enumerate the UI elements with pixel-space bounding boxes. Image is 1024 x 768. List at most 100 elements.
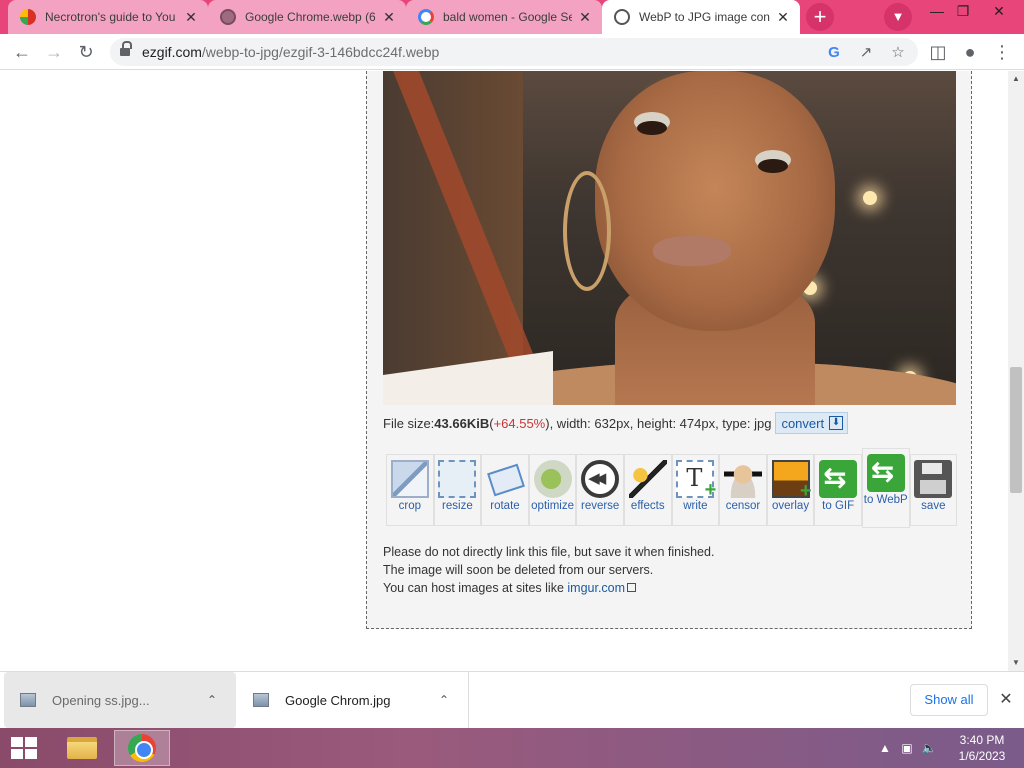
side-panel-icon[interactable]: ◫ <box>924 38 952 66</box>
download-name: Google Chrom.jpg <box>285 692 391 708</box>
chrome-icon <box>128 734 156 762</box>
show-all-button[interactable]: Show all <box>910 684 988 716</box>
forward-button[interactable]: → <box>40 38 68 66</box>
censor-tool-button[interactable]: censor <box>719 454 767 526</box>
network-icon[interactable]: ▣ <box>896 741 918 755</box>
to-webp-icon <box>866 454 905 492</box>
show-hidden-icons-icon[interactable]: ▲ <box>874 741 896 755</box>
system-tray: ▲ ▣ 🔈 <box>874 728 940 768</box>
censor-icon <box>723 460 762 498</box>
crop-icon <box>390 460 429 498</box>
tab-webp-to-jpg[interactable]: WebP to JPG image conv ✕ <box>602 0 800 34</box>
url-text[interactable]: ezgif.com/webp-to-jpg/ezgif-3-146bdcc24f… <box>142 44 439 60</box>
vertical-scrollbar[interactable]: ▲ ▼ <box>1008 71 1024 671</box>
share-icon[interactable]: ↗ <box>856 42 876 62</box>
close-tab-icon[interactable]: ✕ <box>182 8 200 26</box>
scroll-up-arrow-icon[interactable]: ▲ <box>1008 71 1024 87</box>
globe-favicon-icon <box>220 9 236 25</box>
clock-time: 3:40 PM <box>959 733 1005 747</box>
close-window-button[interactable]: ✕ <box>982 0 1016 22</box>
dropdown-arrow-icon: ⬇ <box>829 416 844 430</box>
tab-necrotron[interactable]: Necrotron's guide to You ✕ <box>8 0 208 34</box>
converted-image <box>383 71 956 405</box>
save-tool-button[interactable]: save <box>909 454 958 526</box>
close-shelf-icon[interactable]: ✕ <box>996 688 1016 712</box>
folder-icon <box>67 737 97 759</box>
note-line: Please do not directly link this file, b… <box>383 545 715 559</box>
image-file-icon <box>20 693 36 707</box>
to-webp-tool-button[interactable]: to WebP <box>861 448 910 528</box>
download-item[interactable]: Opening ss.jpg... ⌃ <box>4 672 236 728</box>
resize-icon <box>438 460 477 498</box>
page-viewport: File size: 43.66KiB (+64.55%), width: 63… <box>0 71 1008 671</box>
output-panel: File size: 43.66KiB (+64.55%), width: 63… <box>366 71 972 629</box>
notes: Please do not directly link this file, b… <box>383 543 714 597</box>
bookmark-star-icon[interactable]: ☆ <box>888 42 908 62</box>
file-size: 43.66KiB <box>434 415 490 431</box>
to-gif-icon <box>819 460 858 498</box>
scroll-thumb[interactable] <box>1010 367 1022 493</box>
optimize-icon <box>533 460 572 498</box>
imgur-link[interactable]: imgur.com <box>567 581 625 595</box>
download-name: Opening ss.jpg... <box>52 692 150 708</box>
to-gif-tool-button[interactable]: to GIF <box>814 454 862 526</box>
download-shelf: Opening ss.jpg... ⌃ Google Chrom.jpg ⌃ S… <box>0 671 1024 728</box>
size-change: +64.55% <box>493 415 546 431</box>
tab-title: WebP to JPG image conv <box>639 10 770 24</box>
convert-button[interactable]: convert ⬇ <box>775 412 849 434</box>
close-tab-icon[interactable]: ✕ <box>774 8 792 26</box>
windows-logo-icon <box>11 737 37 759</box>
tab-search-button[interactable]: ▼ <box>884 3 912 31</box>
file-info: File size: 43.66KiB (+64.55%), width: 63… <box>383 412 849 434</box>
note-line: The image will soon be deleted from our … <box>383 563 654 577</box>
effects-icon <box>628 460 667 498</box>
windows-taskbar: ▲ ▣ 🔈 3:40 PM 1/6/2023 <box>0 728 1024 768</box>
tab-title: bald women - Google Se <box>443 10 572 24</box>
tab-google-chrome-webp[interactable]: Google Chrome.webp (6 ✕ <box>208 0 406 34</box>
back-button[interactable]: ← <box>8 38 36 66</box>
overlay-icon <box>771 460 812 503</box>
lock-icon[interactable] <box>120 41 132 56</box>
optimize-tool-button[interactable]: optimize <box>528 454 577 526</box>
scroll-down-arrow-icon[interactable]: ▼ <box>1008 655 1024 671</box>
file-explorer-taskbar-button[interactable] <box>54 730 110 766</box>
tab-strip: Necrotron's guide to You ✕ Google Chrome… <box>0 0 1024 34</box>
google-favicon-icon <box>418 9 434 25</box>
browser-toolbar: ← → ↻ ezgif.com/webp-to-jpg/ezgif-3-146b… <box>0 34 1024 70</box>
volume-icon[interactable]: 🔈 <box>918 741 940 755</box>
save-icon <box>914 460 953 498</box>
tab-title: Google Chrome.webp (6 <box>245 10 376 24</box>
chevron-up-icon[interactable]: ⌃ <box>198 693 226 707</box>
external-link-icon <box>627 583 637 592</box>
overlay-tool-button[interactable]: overlay <box>766 454 815 526</box>
menu-kebab-icon[interactable]: ⋮ <box>988 38 1016 66</box>
close-tab-icon[interactable]: ✕ <box>576 8 594 26</box>
image-file-icon <box>253 693 269 707</box>
download-item[interactable]: Google Chrom.jpg ⌃ <box>237 672 469 728</box>
crop-tool-button[interactable]: crop <box>386 454 434 526</box>
reverse-icon <box>581 460 620 498</box>
tab-bald-women-search[interactable]: bald women - Google Se ✕ <box>406 0 602 34</box>
chrome-taskbar-button[interactable] <box>114 730 170 766</box>
google-lens-icon[interactable]: G <box>824 42 844 62</box>
address-bar[interactable]: ezgif.com/webp-to-jpg/ezgif-3-146bdcc24f… <box>110 38 918 66</box>
resize-tool-button[interactable]: resize <box>433 454 482 526</box>
rotate-tool-button[interactable]: rotate <box>481 454 529 526</box>
tool-bar: crop resize rotate optimize reverse effe… <box>386 448 958 528</box>
effects-tool-button[interactable]: effects <box>623 454 672 526</box>
clock-date: 1/6/2023 <box>958 749 1006 763</box>
clock[interactable]: 3:40 PM 1/6/2023 <box>944 732 1020 764</box>
reverse-tool-button[interactable]: reverse <box>576 454 624 526</box>
close-tab-icon[interactable]: ✕ <box>380 8 398 26</box>
rotate-icon <box>486 460 524 498</box>
new-tab-button[interactable]: + <box>806 3 834 31</box>
profile-avatar-icon[interactable]: ● <box>956 38 984 66</box>
restore-button[interactable]: ❐ <box>946 0 980 22</box>
chevron-up-icon[interactable]: ⌃ <box>430 693 458 707</box>
reload-button[interactable]: ↻ <box>72 38 100 66</box>
write-icon <box>676 460 716 502</box>
write-tool-button[interactable]: write <box>671 454 720 526</box>
note-line: You can host images at sites like imgur.… <box>383 579 714 597</box>
necrotron-favicon-icon <box>20 9 36 25</box>
start-button[interactable] <box>0 728 48 768</box>
